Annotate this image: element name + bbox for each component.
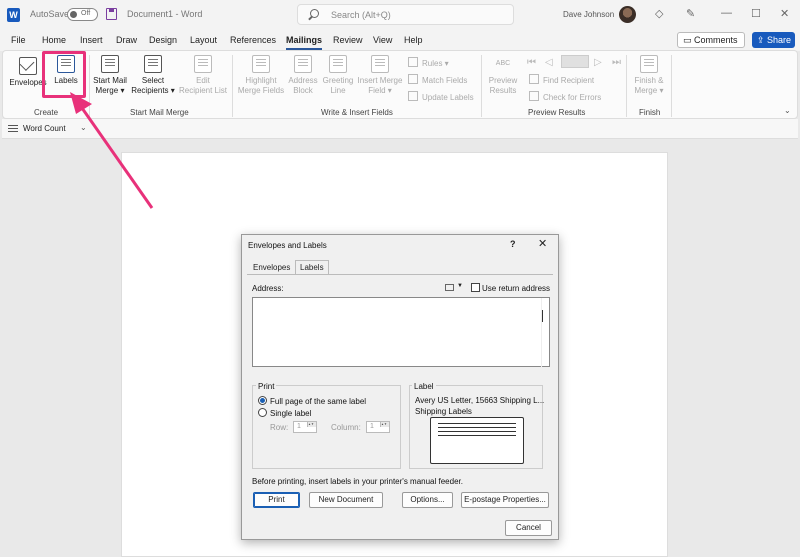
row-spinner[interactable]: 1 <box>293 421 317 433</box>
dialog-title: Envelopes and Labels <box>248 241 327 250</box>
text-cursor <box>542 310 543 322</box>
envelopes-labels-dialog: Envelopes and Labels ? ✕ Envelopes Label… <box>241 234 559 540</box>
printer-note: Before printing, insert labels in your p… <box>252 477 463 486</box>
help-icon[interactable]: ? <box>510 239 516 249</box>
label-group-label: Label <box>412 382 436 391</box>
print-group-label: Print <box>256 382 277 391</box>
single-label-label: Single label <box>270 409 312 418</box>
label-preview[interactable] <box>430 417 524 464</box>
single-label-radio[interactable] <box>258 408 267 417</box>
preview-line <box>438 427 516 428</box>
column-label: Column: <box>331 423 361 432</box>
use-return-address-checkbox[interactable] <box>471 283 480 292</box>
use-return-address-label: Use return address <box>482 284 551 293</box>
options-button[interactable]: Options... <box>402 492 453 508</box>
row-value: 1 <box>297 423 301 430</box>
label-description: Shipping Labels <box>415 407 472 416</box>
tab-labels[interactable]: Labels <box>295 260 329 274</box>
address-scrollbar[interactable] <box>541 298 550 368</box>
full-page-radio[interactable] <box>258 396 267 405</box>
cancel-button[interactable]: Cancel <box>505 520 552 536</box>
address-book-icon[interactable] <box>445 284 454 291</box>
preview-line <box>438 423 516 424</box>
preview-line <box>438 435 516 436</box>
address-textarea[interactable] <box>252 297 550 368</box>
preview-line <box>438 431 516 432</box>
address-label: Address: <box>252 284 284 293</box>
full-page-label: Full page of the same label <box>270 397 367 406</box>
print-button[interactable]: Print <box>253 492 300 508</box>
column-value: 1 <box>370 423 374 430</box>
tab-envelopes[interactable]: Envelopes <box>253 263 290 272</box>
epostage-properties-button[interactable]: E-postage Properties... <box>461 492 549 508</box>
column-spinner[interactable]: 1 <box>366 421 390 433</box>
row-label: Row: <box>270 423 289 432</box>
tab-divider <box>247 274 553 275</box>
label-name: Avery US Letter, 15663 Shipping L... <box>415 396 545 405</box>
dialog-close-icon[interactable]: ✕ <box>538 237 547 250</box>
address-dropdown-icon[interactable]: ▼ <box>457 283 463 289</box>
new-document-button[interactable]: New Document <box>309 492 383 508</box>
